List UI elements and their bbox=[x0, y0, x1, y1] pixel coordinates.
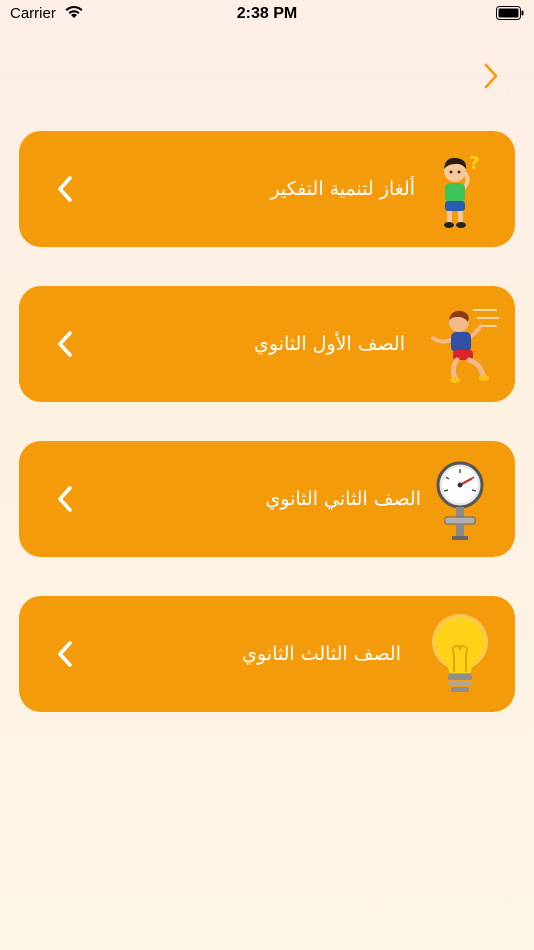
chevron-left-icon bbox=[58, 641, 72, 667]
chevron-left-icon bbox=[58, 486, 72, 512]
back-button[interactable] bbox=[476, 58, 506, 94]
svg-text:?: ? bbox=[469, 153, 479, 174]
menu-card-label: الصف الثاني الثانوي bbox=[265, 488, 421, 510]
chevron-right-icon bbox=[484, 63, 498, 89]
light-bulb-icon bbox=[432, 614, 488, 692]
menu-card-label: الصف الأول الثانوي bbox=[254, 333, 405, 355]
chevron-left-icon bbox=[58, 176, 72, 202]
chevron-left-icon bbox=[58, 331, 72, 357]
thinking-boy-icon: ? bbox=[444, 153, 479, 228]
battery-icon bbox=[496, 6, 524, 20]
menu-card-label: الصف الثالث الثانوي bbox=[242, 643, 401, 665]
clock: 2:38 PM bbox=[236, 5, 298, 22]
menu-card-label: ألغاز لتنمية التفكير bbox=[270, 178, 415, 200]
running-boy-icon bbox=[431, 309, 499, 383]
pressure-gauge-icon bbox=[436, 461, 484, 540]
menu-card-first-secondary[interactable]: الصف الأول الثانوي bbox=[19, 286, 515, 402]
menu-card-thinking-puzzles[interactable]: ألغاز لتنمية التفكير ? bbox=[19, 131, 515, 247]
menu-card-second-secondary[interactable]: الصف الثاني الثانوي bbox=[19, 441, 515, 557]
menu-card-third-secondary[interactable]: الصف الثالث الثانوي bbox=[19, 596, 515, 712]
status-bar: Carrier 2:38 PM bbox=[0, 0, 534, 30]
